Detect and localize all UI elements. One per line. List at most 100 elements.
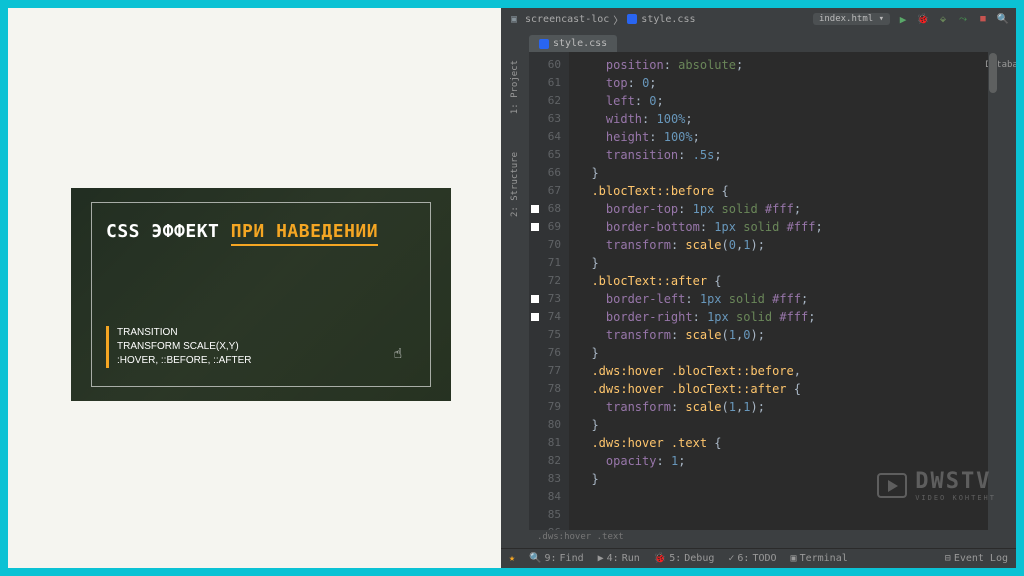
- tab-label: style.css: [553, 38, 607, 49]
- preview-footer-line: TRANSITION: [117, 326, 251, 340]
- line-number[interactable]: 76: [529, 344, 569, 362]
- code-line[interactable]: left: 0;: [577, 92, 998, 110]
- code-line[interactable]: }: [577, 344, 998, 362]
- code-line[interactable]: transform: scale(1,1);: [577, 398, 998, 416]
- code-line[interactable]: top: 0;: [577, 74, 998, 92]
- line-number[interactable]: 60: [529, 56, 569, 74]
- code-line[interactable]: border-top: 1px solid #fff;: [577, 200, 998, 218]
- scroll-thumb[interactable]: [989, 53, 997, 93]
- line-number[interactable]: 65: [529, 146, 569, 164]
- line-number-gutter[interactable]: 6061626364656667686970717273747576777879…: [529, 52, 569, 530]
- line-number[interactable]: 66: [529, 164, 569, 182]
- line-number[interactable]: 82: [529, 452, 569, 470]
- code-line[interactable]: border-bottom: 1px solid #fff;: [577, 218, 998, 236]
- breakpoint-marker[interactable]: [531, 223, 539, 231]
- code-line[interactable]: border-right: 1px solid #fff;: [577, 308, 998, 326]
- todo-tool[interactable]: ✓ 6: TODO: [728, 553, 776, 564]
- debug-button[interactable]: 🐞: [916, 12, 930, 26]
- code-line[interactable]: [577, 488, 998, 506]
- cursor-icon: ☝: [394, 346, 402, 362]
- breadcrumb-path: .dws:hover .text: [501, 530, 1016, 548]
- editor-tabs: style.css: [501, 30, 1016, 52]
- preview-panel: CSS ЭФФЕКТ ПРИ НАВЕДЕНИИ TRANSITION TRAN…: [8, 8, 501, 568]
- run-button[interactable]: ▶: [896, 12, 910, 26]
- breadcrumb[interactable]: ▣ screencast-loc 〉 style.css: [507, 12, 695, 27]
- attach-button[interactable]: ⤳: [956, 12, 970, 26]
- line-number[interactable]: 64: [529, 128, 569, 146]
- line-number[interactable]: 67: [529, 182, 569, 200]
- code-line[interactable]: width: 100%;: [577, 110, 998, 128]
- run-tool[interactable]: ▶ 4: Run: [598, 553, 640, 564]
- breakpoint-marker[interactable]: [531, 313, 539, 321]
- code-line[interactable]: .dws:hover .blocText::before,: [577, 362, 998, 380]
- preview-title: CSS ЭФФЕКТ ПРИ НАВЕДЕНИИ: [106, 221, 416, 242]
- preview-title-prefix: CSS ЭФФЕКТ: [106, 221, 231, 242]
- line-number[interactable]: 68: [529, 200, 569, 218]
- code-line[interactable]: .blocText::after {: [577, 272, 998, 290]
- line-number[interactable]: 83: [529, 470, 569, 488]
- line-number[interactable]: 63: [529, 110, 569, 128]
- code-line[interactable]: .dws:hover .blocText::after {: [577, 380, 998, 398]
- code-editor[interactable]: 1: Project 2: Structure 6061626364656667…: [501, 52, 1016, 530]
- line-number[interactable]: 71: [529, 254, 569, 272]
- line-number[interactable]: 61: [529, 74, 569, 92]
- line-number[interactable]: 86: [529, 524, 569, 530]
- line-number[interactable]: 78: [529, 380, 569, 398]
- chevron-right-icon: 〉: [613, 12, 623, 27]
- line-number[interactable]: 73: [529, 290, 569, 308]
- code-line[interactable]: [577, 524, 998, 530]
- line-number[interactable]: 72: [529, 272, 569, 290]
- coverage-button[interactable]: ⬙: [936, 12, 950, 26]
- structure-tool-tab[interactable]: 2: Structure: [510, 148, 520, 221]
- code-line[interactable]: transform: scale(0,1);: [577, 236, 998, 254]
- code-line[interactable]: .dws:hover .text {: [577, 434, 998, 452]
- search-button[interactable]: 🔍: [996, 12, 1010, 26]
- code-line[interactable]: .blocText::before {: [577, 182, 998, 200]
- code-line[interactable]: height: 100%;: [577, 128, 998, 146]
- line-number[interactable]: 62: [529, 92, 569, 110]
- favorites-icon[interactable]: ★: [509, 553, 515, 564]
- run-config-dropdown[interactable]: index.html ▾: [813, 13, 890, 25]
- breakpoint-marker[interactable]: [531, 205, 539, 213]
- code-line[interactable]: }: [577, 164, 998, 182]
- line-number[interactable]: 79: [529, 398, 569, 416]
- line-number[interactable]: 75: [529, 326, 569, 344]
- stop-button[interactable]: ■: [976, 12, 990, 26]
- breakpoint-marker[interactable]: [531, 295, 539, 303]
- left-tool-gutter: 1: Project 2: Structure: [501, 52, 529, 530]
- terminal-tool[interactable]: ▣ Terminal: [791, 553, 848, 564]
- code-line[interactable]: }: [577, 470, 998, 488]
- code-line[interactable]: [577, 506, 998, 524]
- debug-tool[interactable]: 🐞 5: Debug: [654, 553, 715, 564]
- code-area[interactable]: position: absolute; top: 0; left: 0; wid…: [569, 52, 998, 530]
- line-number[interactable]: 77: [529, 362, 569, 380]
- project-tool-tab[interactable]: 1: Project: [510, 56, 520, 118]
- right-tool-gutter: Database: [998, 52, 1016, 530]
- code-line[interactable]: transition: .5s;: [577, 146, 998, 164]
- code-line[interactable]: position: absolute;: [577, 56, 998, 74]
- chevron-down-icon: ▾: [879, 14, 884, 24]
- breadcrumb-folder[interactable]: screencast-loc: [525, 14, 609, 25]
- line-number[interactable]: 69: [529, 218, 569, 236]
- status-bar: ★ 🔍 9: Find ▶ 4: Run 🐞 5: Debug ✓ 6: TOD…: [501, 548, 1016, 568]
- preview-footer: TRANSITION TRANSFORM SCALE(X,Y) :HOVER, …: [106, 326, 251, 368]
- preview-title-highlight: ПРИ НАВЕДЕНИИ: [231, 221, 378, 246]
- code-line[interactable]: }: [577, 416, 998, 434]
- scrollbar[interactable]: [988, 52, 998, 530]
- code-line[interactable]: border-left: 1px solid #fff;: [577, 290, 998, 308]
- line-number[interactable]: 85: [529, 506, 569, 524]
- tab-stylecss[interactable]: style.css: [529, 35, 617, 52]
- find-tool[interactable]: 🔍 9: Find: [529, 553, 584, 564]
- preview-border-box: CSS ЭФФЕКТ ПРИ НАВЕДЕНИИ TRANSITION TRAN…: [91, 202, 431, 387]
- code-line[interactable]: transform: scale(1,0);: [577, 326, 998, 344]
- line-number[interactable]: 80: [529, 416, 569, 434]
- line-number[interactable]: 84: [529, 488, 569, 506]
- preview-footer-line: TRANSFORM SCALE(X,Y): [117, 340, 251, 354]
- line-number[interactable]: 70: [529, 236, 569, 254]
- code-line[interactable]: }: [577, 254, 998, 272]
- code-line[interactable]: opacity: 1;: [577, 452, 998, 470]
- line-number[interactable]: 81: [529, 434, 569, 452]
- line-number[interactable]: 74: [529, 308, 569, 326]
- breadcrumb-file[interactable]: style.css: [641, 14, 695, 25]
- event-log[interactable]: ⊟ Event Log: [945, 553, 1008, 564]
